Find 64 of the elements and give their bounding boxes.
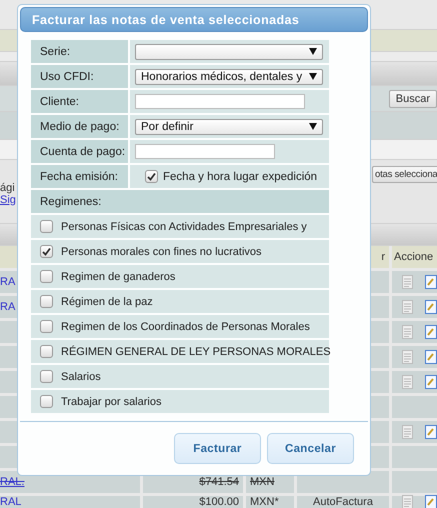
- document-icon[interactable]: [402, 375, 413, 389]
- checkbox-label: Regimen de ganaderos: [61, 270, 176, 282]
- table-cell: [392, 446, 437, 468]
- edit-icon[interactable]: [425, 300, 437, 314]
- document-icon[interactable]: [402, 350, 413, 364]
- table-cell: $100.00: [143, 496, 243, 508]
- checkbox[interactable]: [40, 245, 53, 258]
- client-link[interactable]: RA: [0, 296, 16, 318]
- field-label: Medio de pago:: [31, 115, 128, 138]
- edit-icon[interactable]: [425, 350, 437, 364]
- text-field[interactable]: [135, 144, 275, 159]
- checkbox-label: Personas Físicas con Actividades Empresariales y: [61, 220, 307, 232]
- checkbox-label: Fecha y hora lugar expedición: [163, 170, 318, 182]
- caret-icon: [309, 123, 317, 130]
- table-cell: [392, 471, 437, 493]
- field-label: Fecha emisión:: [31, 165, 128, 188]
- checkbox-label: RÉGIMEN GENERAL DE LEY PERSONAS MORALES: [61, 346, 331, 358]
- client-link[interactable]: RAL: [0, 496, 22, 508]
- caret-icon: [309, 73, 317, 80]
- dropdown[interactable]: Honorarios médicos, dentales y: [135, 68, 323, 84]
- document-icon[interactable]: [402, 325, 413, 339]
- search-button[interactable]: Buscar: [388, 90, 437, 108]
- client-link[interactable]: RA: [0, 271, 16, 293]
- document-icon[interactable]: [402, 425, 413, 439]
- checkbox-label: Regimen de los Coordinados de Personas Morales: [61, 320, 310, 332]
- pager-text: ági: [0, 182, 16, 194]
- next-page-link[interactable]: Sig: [0, 194, 16, 206]
- document-icon[interactable]: [402, 275, 413, 289]
- table-cell: [392, 396, 437, 418]
- document-icon[interactable]: [402, 300, 413, 314]
- edit-icon[interactable]: [425, 375, 437, 389]
- section-label: Regimenes:: [31, 190, 329, 213]
- dropdown[interactable]: Por definir: [135, 118, 323, 134]
- checkbox-label: Trabajar por salarios: [61, 396, 162, 408]
- checkbox[interactable]: [145, 170, 158, 183]
- dropdown[interactable]: [135, 44, 323, 60]
- document-icon[interactable]: [402, 495, 413, 508]
- checkbox[interactable]: [40, 320, 53, 333]
- checkbox[interactable]: [40, 345, 53, 358]
- client-link[interactable]: RAL.: [0, 471, 24, 493]
- checkbox[interactable]: [40, 295, 53, 308]
- table-cell: MXN*: [246, 496, 294, 508]
- checkbox[interactable]: [40, 395, 53, 408]
- text-field[interactable]: [135, 94, 305, 109]
- field-label: Cliente:: [31, 90, 128, 113]
- edit-icon[interactable]: [425, 425, 437, 439]
- field-label: Uso CFDI:: [31, 65, 128, 88]
- field-label: Serie:: [31, 40, 128, 63]
- checkbox-label: Personas morales con fines no lucrativos: [61, 246, 262, 258]
- table-cell: AutoFactura: [297, 496, 389, 508]
- column-header: Accione: [392, 246, 437, 268]
- dialog-button[interactable]: Cancelar: [267, 433, 354, 464]
- checkbox[interactable]: [40, 220, 53, 233]
- checkbox[interactable]: [40, 370, 53, 383]
- caret-icon: [309, 48, 317, 55]
- dialog-button[interactable]: Facturar: [174, 433, 261, 464]
- checkbox[interactable]: [40, 270, 53, 283]
- dialog-title: Facturar las notas de venta seleccionadas: [20, 7, 368, 32]
- field-label: Cuenta de pago:: [31, 140, 128, 163]
- edit-icon[interactable]: [425, 495, 437, 508]
- edit-icon[interactable]: [425, 325, 437, 339]
- edit-icon[interactable]: [425, 275, 437, 289]
- checkbox-label: Salarios: [61, 370, 101, 382]
- checkbox-label: Régimen de la paz: [61, 296, 153, 308]
